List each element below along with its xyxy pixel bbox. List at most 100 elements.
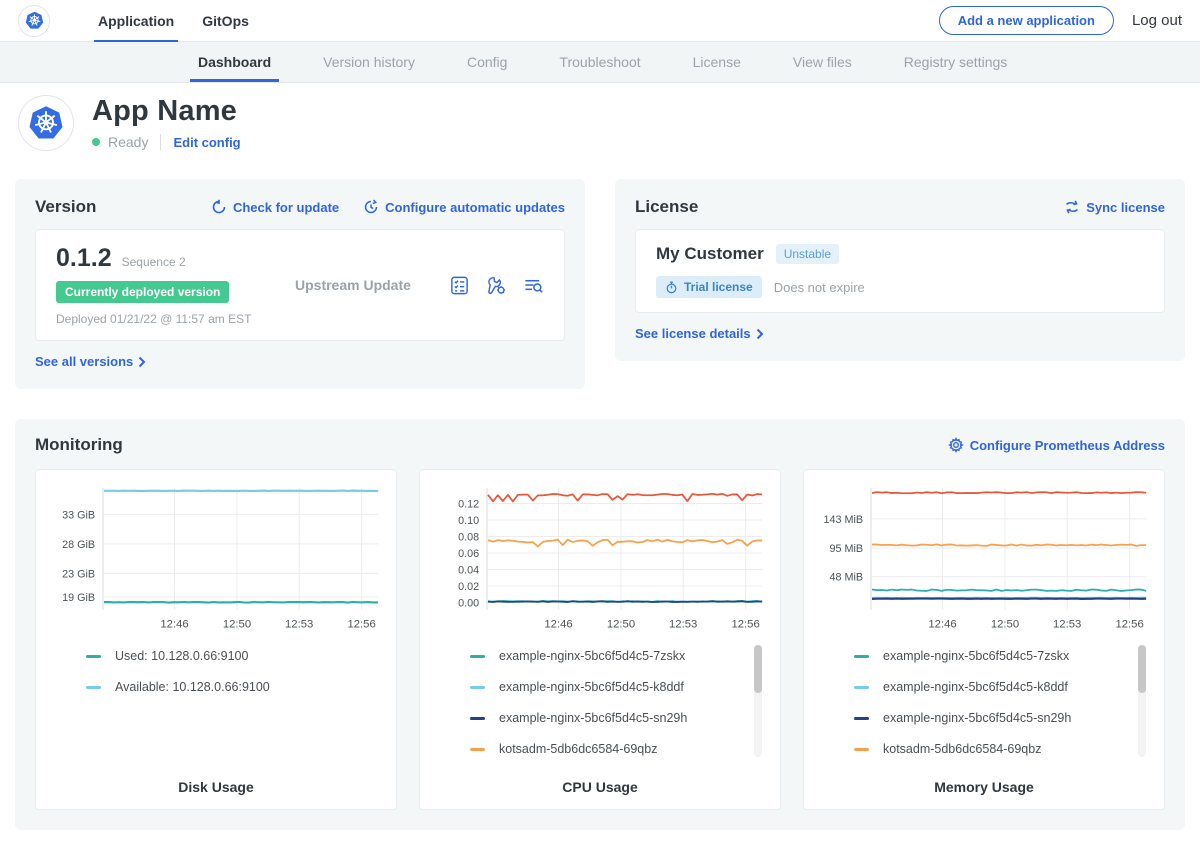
license-card: License Sync license My Customer Unstabl… <box>615 179 1185 361</box>
kubernetes-logo-icon <box>24 10 45 31</box>
legend-scrollbar[interactable] <box>1138 645 1146 757</box>
add-application-button[interactable]: Add a new application <box>939 6 1114 35</box>
svg-text:12:50: 12:50 <box>223 618 251 630</box>
svg-text:12:46: 12:46 <box>160 618 188 630</box>
see-all-versions-link[interactable]: See all versions <box>35 354 146 369</box>
legend-item: example-nginx-5bc6f5d4c5-sn29h <box>854 711 1130 725</box>
legend-label: example-nginx-5bc6f5d4c5-7zskx <box>499 649 685 663</box>
legend-swatch <box>854 748 869 751</box>
memory-usage-chart-card: 143 MiB95 MiB48 MiB12:4612:5012:5312:56e… <box>803 469 1165 810</box>
legend-swatch <box>854 655 869 658</box>
chart-title: CPU Usage <box>430 773 770 795</box>
chevron-right-icon <box>138 356 146 368</box>
view-diff-icon[interactable] <box>523 275 544 296</box>
svg-text:0.08: 0.08 <box>458 531 479 543</box>
tab-gitops[interactable]: GitOps <box>188 0 263 42</box>
svg-text:0.04: 0.04 <box>458 564 479 576</box>
legend-swatch <box>470 748 485 751</box>
legend-swatch <box>470 655 485 658</box>
license-expiry: Does not expire <box>774 280 865 295</box>
refresh-icon <box>211 199 227 215</box>
tab-config[interactable]: Config <box>441 42 533 82</box>
legend-scrollbar-thumb[interactable] <box>754 645 762 693</box>
svg-text:12:50: 12:50 <box>991 618 1019 630</box>
current-version-panel: 0.1.2 Sequence 2 Currently deployed vers… <box>35 229 565 341</box>
svg-text:0.06: 0.06 <box>458 548 479 560</box>
legend-item: kotsadm-5db6dc6584-69qbz <box>854 742 1130 756</box>
legend-scrollbar-thumb[interactable] <box>1138 645 1146 693</box>
legend-item: example-nginx-5bc6f5d4c5-sn29h <box>470 711 746 725</box>
config-wrench-icon[interactable] <box>486 275 507 296</box>
sync-license-link[interactable]: Sync license <box>1064 199 1165 215</box>
summary-cards-row: Version Check for update Configure au <box>0 165 1200 389</box>
app-icon <box>18 95 74 151</box>
legend-label: example-nginx-5bc6f5d4c5-sn29h <box>499 711 687 725</box>
check-for-update-link[interactable]: Check for update <box>211 199 339 215</box>
version-card-title: Version <box>35 197 96 217</box>
tab-version-history[interactable]: Version history <box>297 42 441 82</box>
tab-registry-settings[interactable]: Registry settings <box>878 42 1033 82</box>
channel-badge: Unstable <box>776 244 839 264</box>
legend-label: Available: 10.128.0.66:9100 <box>115 680 270 694</box>
version-sequence: Sequence 2 <box>122 255 186 269</box>
tab-application[interactable]: Application <box>84 0 188 42</box>
deployed-badge: Currently deployed version <box>56 281 229 303</box>
page-title: App Name <box>92 95 241 128</box>
logout-button[interactable]: Log out <box>1132 12 1182 29</box>
configure-prometheus-link[interactable]: Configure Prometheus Address <box>948 437 1165 453</box>
legend-label: Used: 10.128.0.66:9100 <box>115 649 248 663</box>
chart-legend: Used: 10.128.0.66:9100 Available: 10.128.… <box>46 639 386 767</box>
legend-swatch <box>470 717 485 720</box>
edit-config-link[interactable]: Edit config <box>173 135 240 150</box>
legend-swatch <box>86 686 101 689</box>
configure-automatic-updates-link[interactable]: Configure automatic updates <box>363 199 565 215</box>
cpu-usage-chart-card: 0.120.100.080.060.040.020.0012:4612:5012… <box>419 469 781 810</box>
deployed-timestamp: Deployed 01/21/22 @ 11:57 am EST <box>56 312 281 326</box>
legend-item: Available: 10.128.0.66:9100 <box>86 680 362 694</box>
legend-item: example-nginx-5bc6f5d4c5-7zskx <box>854 649 1130 663</box>
app-sub-nav: Dashboard Version history Config Trouble… <box>0 42 1200 83</box>
svg-text:0.02: 0.02 <box>458 581 479 593</box>
svg-text:12:53: 12:53 <box>285 618 313 630</box>
chevron-right-icon <box>756 328 764 340</box>
legend-item: example-nginx-5bc6f5d4c5-k8ddf <box>854 680 1130 694</box>
gear-icon <box>948 437 964 453</box>
svg-text:48 MiB: 48 MiB <box>830 572 864 584</box>
svg-text:33 GiB: 33 GiB <box>62 509 95 521</box>
chart-title: Memory Usage <box>814 773 1154 795</box>
legend-label: example-nginx-5bc6f5d4c5-7zskx <box>883 649 1069 663</box>
svg-text:0.10: 0.10 <box>458 515 479 527</box>
license-panel: My Customer Unstable Trial license Does … <box>635 229 1165 313</box>
tab-troubleshoot[interactable]: Troubleshoot <box>533 42 666 82</box>
svg-text:0.00: 0.00 <box>458 597 479 609</box>
cpu-usage-plot: 0.120.100.080.060.040.020.0012:4612:5012… <box>430 480 770 639</box>
legend-swatch <box>854 686 869 689</box>
disk-usage-plot: 33 GiB28 GiB23 GiB19 GiB12:4612:5012:531… <box>46 480 386 639</box>
chart-title: Disk Usage <box>46 773 386 795</box>
customer-name: My Customer <box>656 244 764 264</box>
license-type-badge: Trial license <box>656 276 762 298</box>
svg-text:19 GiB: 19 GiB <box>62 592 95 604</box>
legend-label: example-nginx-5bc6f5d4c5-k8ddf <box>883 680 1068 694</box>
monitoring-card: Monitoring Configure Prometheus Address … <box>15 419 1185 830</box>
legend-label: example-nginx-5bc6f5d4c5-sn29h <box>883 711 1071 725</box>
version-source: Upstream Update <box>281 277 449 293</box>
preflight-checks-icon[interactable] <box>449 275 470 296</box>
legend-label: kotsadm-5db6dc6584-69qbz <box>499 742 657 756</box>
tab-view-files[interactable]: View files <box>767 42 878 82</box>
stopwatch-icon <box>665 281 678 294</box>
svg-text:12:46: 12:46 <box>544 618 572 630</box>
monitoring-title: Monitoring <box>35 435 123 455</box>
svg-text:12:50: 12:50 <box>607 618 635 630</box>
legend-item: example-nginx-5bc6f5d4c5-7zskx <box>470 649 746 663</box>
legend-scrollbar[interactable] <box>754 645 762 757</box>
legend-item: kotsadm-5db6dc6584-69qbz <box>470 742 746 756</box>
see-license-details-link[interactable]: See license details <box>635 326 764 341</box>
tab-dashboard[interactable]: Dashboard <box>172 42 297 82</box>
memory-usage-plot: 143 MiB95 MiB48 MiB12:4612:5012:5312:56 <box>814 480 1154 639</box>
version-card: Version Check for update Configure au <box>15 179 585 389</box>
tab-license[interactable]: License <box>667 42 767 82</box>
legend-item: Used: 10.128.0.66:9100 <box>86 649 362 663</box>
svg-text:12:53: 12:53 <box>1053 618 1081 630</box>
charts-row: 33 GiB28 GiB23 GiB19 GiB12:4612:5012:531… <box>35 469 1165 810</box>
